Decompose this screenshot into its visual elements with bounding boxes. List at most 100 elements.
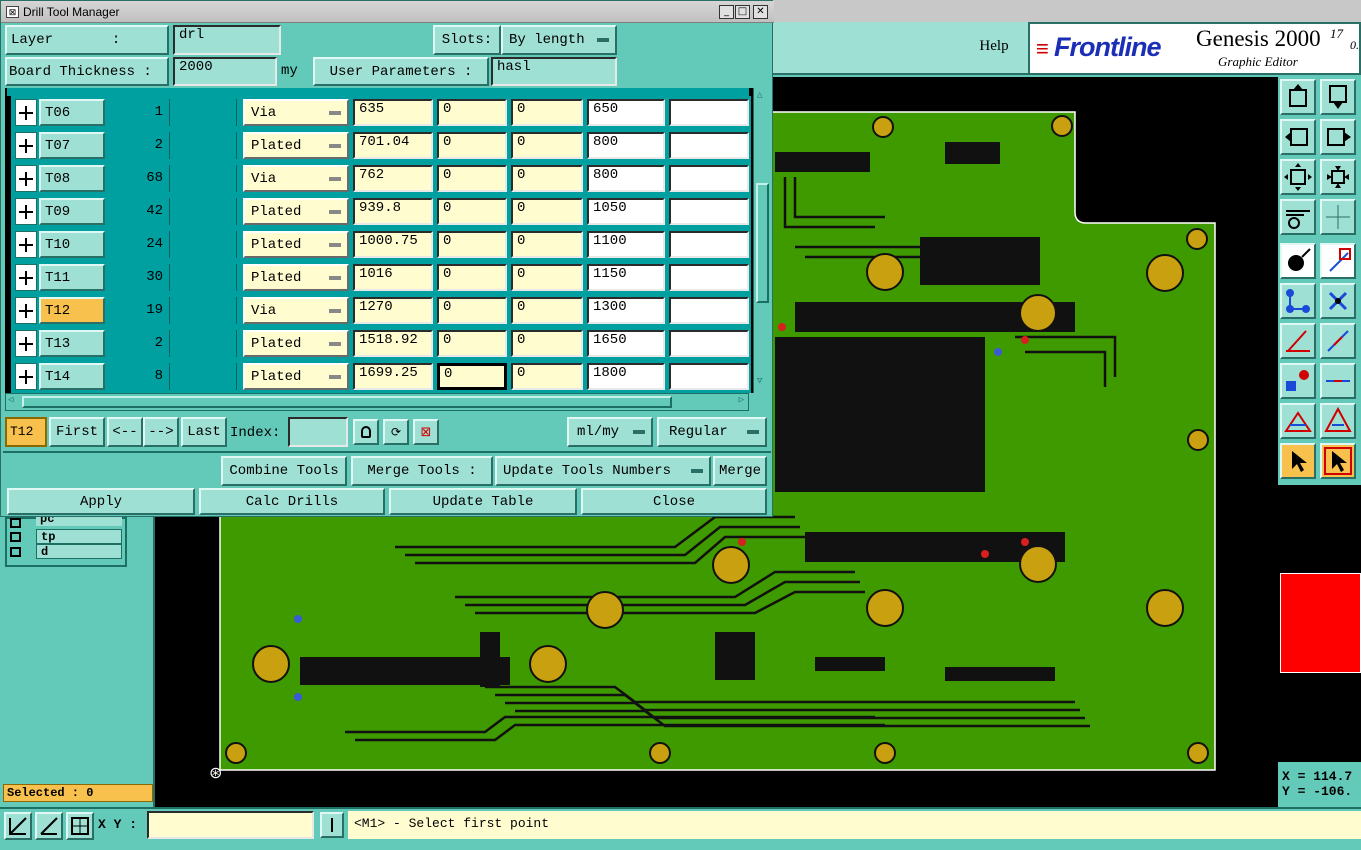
layer-input[interactable]: drl — [173, 25, 281, 55]
scroll-right-icon[interactable]: ▷ — [739, 395, 744, 405]
move-left-icon[interactable] — [1280, 119, 1316, 155]
layers-tool-icon[interactable] — [1280, 199, 1316, 235]
tolerance-minus-input[interactable]: 0 — [511, 363, 583, 390]
layer-row[interactable]: d — [6, 544, 124, 559]
expand-icon[interactable] — [15, 264, 37, 291]
finish-size-input[interactable]: 1100 — [587, 231, 665, 258]
finish-size-input[interactable]: 1650 — [587, 330, 665, 357]
scroll-down-icon[interactable]: ▽ — [757, 376, 762, 386]
prev-button[interactable]: <-- — [107, 417, 143, 447]
minimize-icon[interactable]: _ — [719, 5, 734, 19]
zoom-in-icon[interactable] — [4, 812, 32, 840]
tool-name[interactable]: T12 — [39, 297, 105, 324]
tool-name[interactable]: T13 — [39, 330, 105, 357]
angle-line-icon[interactable] — [1280, 323, 1316, 359]
finish-size-input[interactable]: 1800 — [587, 363, 665, 390]
scroll-up-icon[interactable]: △ — [757, 90, 762, 100]
type-dropdown[interactable]: Plated — [243, 264, 349, 291]
table-row[interactable]: T12 19 Via 1270 0 0 1300 — [11, 294, 751, 327]
horizontal-line-icon[interactable] — [1320, 363, 1356, 399]
apply-button[interactable]: Apply — [7, 488, 195, 515]
expand-icon[interactable] — [15, 363, 37, 390]
tool-name[interactable]: T09 — [39, 198, 105, 225]
tolerance-minus-input[interactable]: 0 — [511, 132, 583, 159]
triangle-tool-icon[interactable] — [1280, 403, 1316, 439]
type-dropdown[interactable]: Plated — [243, 132, 349, 159]
tolerance-plus-input[interactable]: 0 — [437, 165, 507, 192]
finish-size-input[interactable]: 650 — [587, 99, 665, 126]
drill-size-input[interactable]: 762 — [353, 165, 433, 192]
next-button[interactable]: --> — [143, 417, 179, 447]
index-input[interactable] — [288, 417, 348, 447]
type-dropdown[interactable]: Via — [243, 99, 349, 126]
finish-size-input[interactable]: 800 — [587, 165, 665, 192]
extra-input[interactable] — [669, 99, 749, 126]
table-row[interactable]: T11 30 Plated 1016 0 0 1150 — [11, 261, 751, 294]
tolerance-minus-input[interactable]: 0 — [511, 198, 583, 225]
table-row[interactable]: T14 8 Plated 1699.25 0 0 1800 — [11, 360, 751, 393]
move-down-icon[interactable] — [1320, 79, 1356, 115]
tool-name[interactable]: T10 — [39, 231, 105, 258]
expand-icon[interactable] — [15, 297, 37, 324]
tolerance-plus-input[interactable]: 0 — [437, 363, 507, 390]
scroll-left-icon[interactable]: ◁ — [8, 395, 13, 405]
tolerance-minus-input[interactable]: 0 — [511, 231, 583, 258]
tolerance-plus-input[interactable]: 0 — [437, 264, 507, 291]
finish-size-input[interactable]: 1050 — [587, 198, 665, 225]
pointer-box-icon[interactable] — [1320, 443, 1356, 479]
tool-name[interactable]: T07 — [39, 132, 105, 159]
combine-tools-button[interactable]: Combine Tools — [221, 456, 347, 486]
layer-checkbox-icon[interactable] — [10, 532, 21, 542]
drill-size-input[interactable]: 1699.25 — [353, 363, 433, 390]
layer-checkbox-icon[interactable] — [10, 518, 21, 528]
expand-icon[interactable] — [15, 330, 37, 357]
tolerance-minus-input[interactable]: 0 — [511, 297, 583, 324]
tolerance-plus-input[interactable]: 0 — [437, 99, 507, 126]
calc-drills-button[interactable]: Calc Drills — [199, 488, 385, 515]
triangle-select-icon[interactable] — [1320, 403, 1356, 439]
move-right-icon[interactable] — [1320, 119, 1356, 155]
slots-dropdown[interactable]: By length — [501, 25, 617, 55]
scroll-thumb[interactable] — [756, 183, 769, 303]
drill-size-input[interactable]: 635 — [353, 99, 433, 126]
table-row[interactable]: T10 24 Plated 1000.75 0 0 1100 — [11, 228, 751, 261]
type-dropdown[interactable]: Plated — [243, 198, 349, 225]
first-button[interactable]: First — [49, 417, 105, 447]
tolerance-minus-input[interactable]: 0 — [511, 264, 583, 291]
extra-input[interactable] — [669, 132, 749, 159]
cross-tool-icon[interactable] — [1320, 283, 1356, 319]
horizontal-scrollbar[interactable]: ◁ ▷ — [5, 393, 749, 411]
connect-nodes-icon[interactable] — [1280, 283, 1316, 319]
table-row[interactable]: T08 68 Via 762 0 0 800 — [11, 162, 751, 195]
diagonal-line-icon[interactable] — [1320, 323, 1356, 359]
merge-button[interactable]: Merge — [713, 456, 767, 486]
finish-size-input[interactable]: 1150 — [587, 264, 665, 291]
close-icon[interactable]: ✕ — [753, 5, 768, 19]
finish-size-input[interactable]: 1300 — [587, 297, 665, 324]
pointer-icon[interactable] — [1280, 443, 1316, 479]
tool-name[interactable]: T08 — [39, 165, 105, 192]
drill-size-input[interactable]: 939.8 — [353, 198, 433, 225]
tool-name[interactable]: T06 — [39, 99, 105, 126]
delete-icon[interactable]: ⊠ — [413, 419, 439, 445]
update-table-button[interactable]: Update Table — [389, 488, 577, 515]
tolerance-minus-input[interactable]: 0 — [511, 330, 583, 357]
table-row[interactable]: T06 1 Via 635 0 0 650 — [11, 96, 751, 129]
overview-highlight[interactable] — [1280, 573, 1361, 673]
drill-size-input[interactable]: 1270 — [353, 297, 433, 324]
layer-checkbox-icon[interactable] — [10, 547, 21, 557]
zoom-home-icon[interactable] — [1320, 159, 1356, 195]
move-up-icon[interactable] — [1280, 79, 1316, 115]
info-icon[interactable] — [320, 812, 344, 838]
tool-name[interactable]: T14 — [39, 363, 105, 390]
extra-input[interactable] — [669, 231, 749, 258]
expand-icon[interactable] — [15, 99, 37, 126]
xy-input[interactable] — [147, 811, 314, 839]
expand-icon[interactable] — [15, 132, 37, 159]
tolerance-plus-input[interactable]: 0 — [437, 297, 507, 324]
type-dropdown[interactable]: Plated — [243, 363, 349, 390]
update-tools-numbers-dropdown[interactable]: Update Tools Numbers — [495, 456, 711, 486]
title-bar[interactable]: ⊠ Drill Tool Manager _ □ ✕ — [1, 1, 774, 23]
user-parameters-input[interactable]: hasl — [491, 57, 617, 86]
type-dropdown[interactable]: Plated — [243, 231, 349, 258]
